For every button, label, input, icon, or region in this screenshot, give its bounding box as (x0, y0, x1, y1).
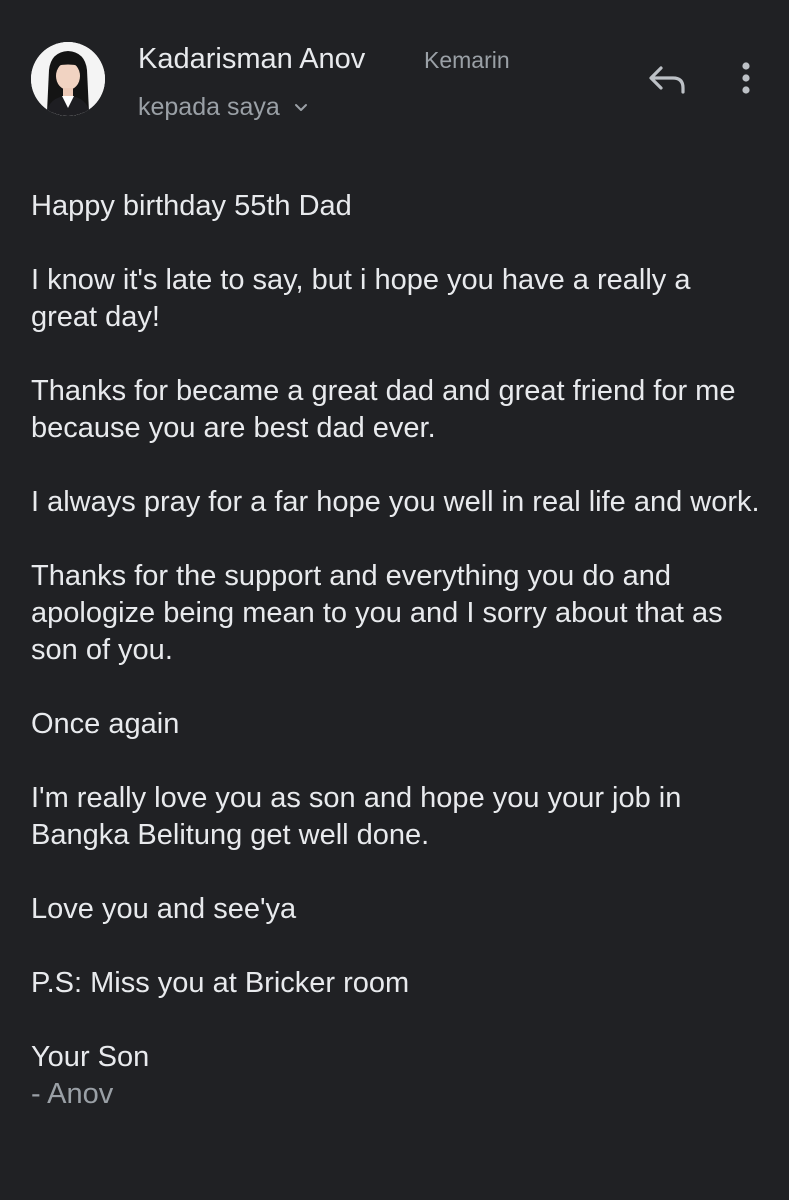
body-closing: Your Son (31, 1041, 150, 1073)
body-paragraph: Thanks for the support and everything yo… (31, 560, 723, 666)
more-options-button[interactable] (730, 58, 762, 102)
recipient-label: kepada saya (138, 92, 280, 121)
body-paragraph: I know it's late to say, but i hope you … (31, 264, 691, 333)
body-paragraph: Love you and see'ya (31, 893, 297, 925)
body-paragraph: Thanks for became a great dad and great … (31, 375, 736, 444)
email-signature: - Anov (31, 1078, 114, 1110)
email-date: Kemarin (424, 47, 510, 73)
reply-button[interactable] (643, 60, 691, 100)
body-paragraph: P.S: Miss you at Bricker room (31, 967, 410, 999)
sender-name: Kadarisman Anov (138, 43, 366, 75)
body-paragraph: I always pray for a far hope you well in… (31, 486, 760, 518)
chevron-down-icon (294, 104, 307, 111)
body-paragraph: Once again (31, 708, 180, 740)
body-paragraph: I'm really love you as son and hope you … (31, 782, 682, 851)
recipient-details-toggle[interactable]: kepada saya (138, 90, 310, 124)
reply-icon (649, 66, 685, 94)
sender-avatar[interactable] (31, 42, 105, 116)
body-paragraph: Happy birthday 55th Dad (31, 190, 352, 222)
email-body: Happy birthday 55th Dad I know it's late… (31, 188, 761, 1150)
more-vert-icon (742, 62, 750, 94)
person-avatar-icon (31, 42, 105, 116)
